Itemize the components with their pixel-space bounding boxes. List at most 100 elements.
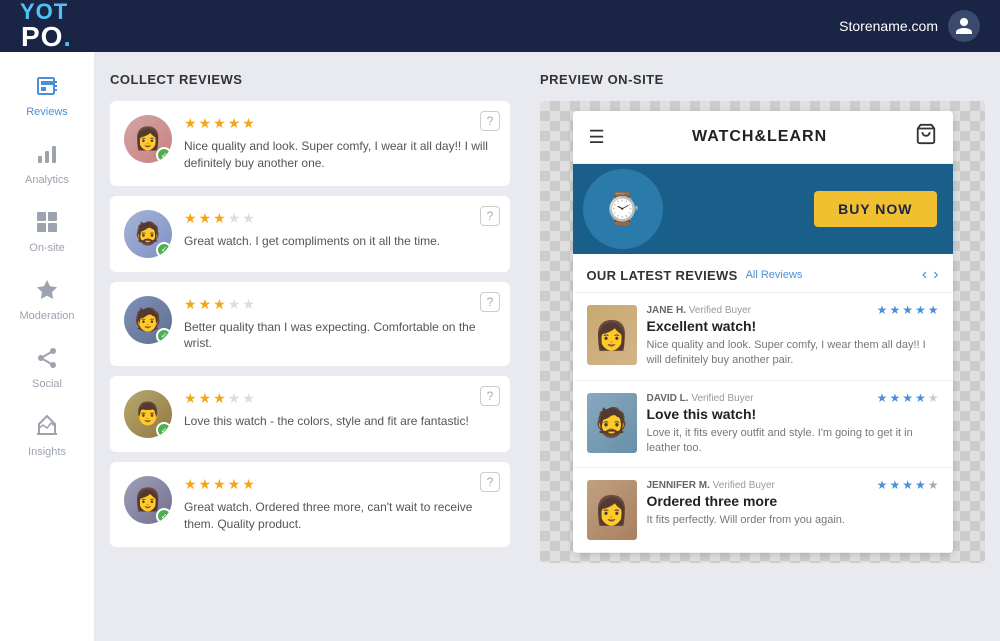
stars-2: ★★★★★	[184, 210, 496, 227]
reviewer-name-1: JANE H. Verified Buyer	[647, 305, 752, 316]
insights-icon	[35, 414, 59, 442]
review-content-3: ★★★★★ Better quality than I was expectin…	[184, 296, 496, 353]
hamburger-icon[interactable]: ☰	[589, 127, 605, 148]
sidebar-item-insights[interactable]: Insights	[0, 402, 94, 470]
review-content-4: ★★★★★ Love this watch - the colors, styl…	[184, 390, 496, 430]
sidebar-label-onsite: On-site	[29, 242, 64, 254]
user-avatar[interactable]	[948, 10, 980, 42]
main-layout: Reviews Analytics On-site Moderation Soc…	[0, 52, 1000, 641]
mobile-header: ☰ WATCH&LEARN	[573, 111, 953, 164]
question-icon-4[interactable]: ?	[480, 386, 500, 406]
latest-reviews-label: OUR LATEST REVIEWS	[587, 268, 738, 283]
logo: YOT PO.	[20, 1, 72, 51]
review-avatar-4: 👨 ✓	[124, 390, 172, 438]
stars-1: ★★★★★	[184, 115, 496, 132]
reviews-icon	[35, 74, 59, 102]
stars-3: ★★★★★	[184, 296, 496, 313]
preview-review-1: 👩 JANE H. Verified Buyer ★★★★★	[573, 293, 953, 381]
collect-reviews-panel: COLLECT REVIEWS 👩 ✓ ★★★★★ Nice quality a…	[95, 52, 525, 641]
next-arrow[interactable]: ›	[933, 266, 938, 284]
hero-watch: ⌚	[583, 169, 663, 249]
preview-review-title-1: Excellent watch!	[647, 318, 939, 334]
verified-badge-5: ✓	[156, 508, 172, 524]
sidebar-label-moderation: Moderation	[19, 310, 74, 322]
verified-badge-3: ✓	[156, 328, 172, 344]
sidebar-item-moderation[interactable]: Moderation	[0, 266, 94, 334]
sidebar-label-reviews: Reviews	[26, 106, 68, 118]
sidebar-label-insights: Insights	[28, 446, 66, 458]
question-icon-2[interactable]: ?	[480, 206, 500, 226]
logo-text: YOT	[20, 1, 72, 23]
question-icon-1[interactable]: ?	[480, 111, 500, 131]
preview-review-title-2: Love this watch!	[647, 406, 939, 422]
preview-review-text-1: Nice quality and look. Super comfy, I we…	[647, 338, 939, 368]
store-name: Storename.com	[839, 18, 938, 34]
review-card-5: 👩 ✓ ★★★★★ Great watch. Ordered three mor…	[110, 462, 510, 547]
preview-title: PREVIEW ON-SITE	[540, 72, 985, 87]
logo-text-2: PO.	[21, 23, 72, 51]
reviewer-name-3: JENNIFER M. Verified Buyer	[647, 480, 775, 491]
preview-review-text-3: It fits perfectly. Will order from you a…	[647, 513, 939, 528]
mobile-logo: WATCH&LEARN	[692, 128, 827, 146]
verified-badge-1: ✓	[156, 147, 172, 163]
preview-review-3: 👩 JENNIFER M. Verified Buyer ★★★★★	[573, 468, 953, 553]
preview-avatar-2: 🧔	[587, 393, 637, 453]
sidebar-item-reviews[interactable]: Reviews	[0, 62, 94, 130]
nav-arrows: ‹ ›	[922, 266, 939, 284]
preview-avatar-1: 👩	[587, 305, 637, 365]
analytics-icon	[35, 142, 59, 170]
collect-reviews-title: COLLECT REVIEWS	[110, 72, 510, 87]
review-card-1: 👩 ✓ ★★★★★ Nice quality and look. Super c…	[110, 101, 510, 186]
onsite-icon	[35, 210, 59, 238]
review-avatar-2: 🧔 ✓	[124, 210, 172, 258]
preview-panel: PREVIEW ON-SITE ☰ WATCH&LEARN ⌚ BUY NOW	[525, 52, 1000, 641]
review-card-4: 👨 ✓ ★★★★★ Love this watch - the colors, …	[110, 376, 510, 452]
review-text-2: Great watch. I get compliments on it all…	[184, 233, 496, 250]
preview-review-content-2: DAVID L. Verified Buyer ★★★★★ Love this …	[647, 393, 939, 456]
sidebar: Reviews Analytics On-site Moderation Soc…	[0, 52, 95, 641]
preview-stars-1: ★★★★★	[877, 303, 939, 317]
question-icon-3[interactable]: ?	[480, 292, 500, 312]
preview-review-2: 🧔 DAVID L. Verified Buyer ★★★★★	[573, 381, 953, 469]
verified-badge-2: ✓	[156, 242, 172, 258]
sidebar-item-analytics[interactable]: Analytics	[0, 130, 94, 198]
moderation-icon	[35, 278, 59, 306]
verified-badge-4: ✓	[156, 422, 172, 438]
preview-avatar-3: 👩	[587, 480, 637, 540]
review-content-1: ★★★★★ Nice quality and look. Super comfy…	[184, 115, 496, 172]
question-icon-5[interactable]: ?	[480, 472, 500, 492]
cart-icon[interactable]	[915, 123, 937, 151]
content-area: COLLECT REVIEWS 👩 ✓ ★★★★★ Nice quality a…	[95, 52, 1000, 641]
sidebar-label-analytics: Analytics	[25, 174, 69, 186]
review-text-3: Better quality than I was expecting. Com…	[184, 319, 496, 353]
review-text-5: Great watch. Ordered three more, can't w…	[184, 499, 496, 533]
preview-review-title-3: Ordered three more	[647, 493, 939, 509]
header-right: Storename.com	[839, 10, 980, 42]
sidebar-label-social: Social	[32, 378, 62, 390]
social-icon	[35, 346, 59, 374]
review-avatar-5: 👩 ✓	[124, 476, 172, 524]
sidebar-item-onsite[interactable]: On-site	[0, 198, 94, 266]
buy-now-button[interactable]: BUY NOW	[814, 191, 936, 227]
preview-review-content-1: JANE H. Verified Buyer ★★★★★ Excellent w…	[647, 305, 939, 368]
reviews-section-header: OUR LATEST REVIEWS All Reviews ‹ ›	[573, 254, 953, 293]
reviewer-name-2: DAVID L. Verified Buyer	[647, 393, 754, 404]
review-card-2: 🧔 ✓ ★★★★★ Great watch. I get compliments…	[110, 196, 510, 272]
review-avatar-3: 🧑 ✓	[124, 296, 172, 344]
sidebar-item-social[interactable]: Social	[0, 334, 94, 402]
preview-review-text-2: Love it, it fits every outfit and style.…	[647, 426, 939, 456]
all-reviews-link[interactable]: All Reviews	[746, 269, 803, 281]
mobile-preview: ☰ WATCH&LEARN ⌚ BUY NOW OUR LA	[573, 111, 953, 553]
preview-review-content-3: JENNIFER M. Verified Buyer ★★★★★ Ordered…	[647, 480, 939, 540]
stars-4: ★★★★★	[184, 390, 496, 407]
review-content-5: ★★★★★ Great watch. Ordered three more, c…	[184, 476, 496, 533]
preview-stars-3: ★★★★★	[877, 478, 939, 492]
app-header: YOT PO. Storename.com	[0, 0, 1000, 52]
review-text-4: Love this watch - the colors, style and …	[184, 413, 496, 430]
preview-stars-2: ★★★★★	[877, 391, 939, 405]
review-card-3: 🧑 ✓ ★★★★★ Better quality than I was expe…	[110, 282, 510, 367]
prev-arrow[interactable]: ‹	[922, 266, 927, 284]
stars-5: ★★★★★	[184, 476, 496, 493]
review-content-2: ★★★★★ Great watch. I get compliments on …	[184, 210, 496, 250]
review-avatar-1: 👩 ✓	[124, 115, 172, 163]
